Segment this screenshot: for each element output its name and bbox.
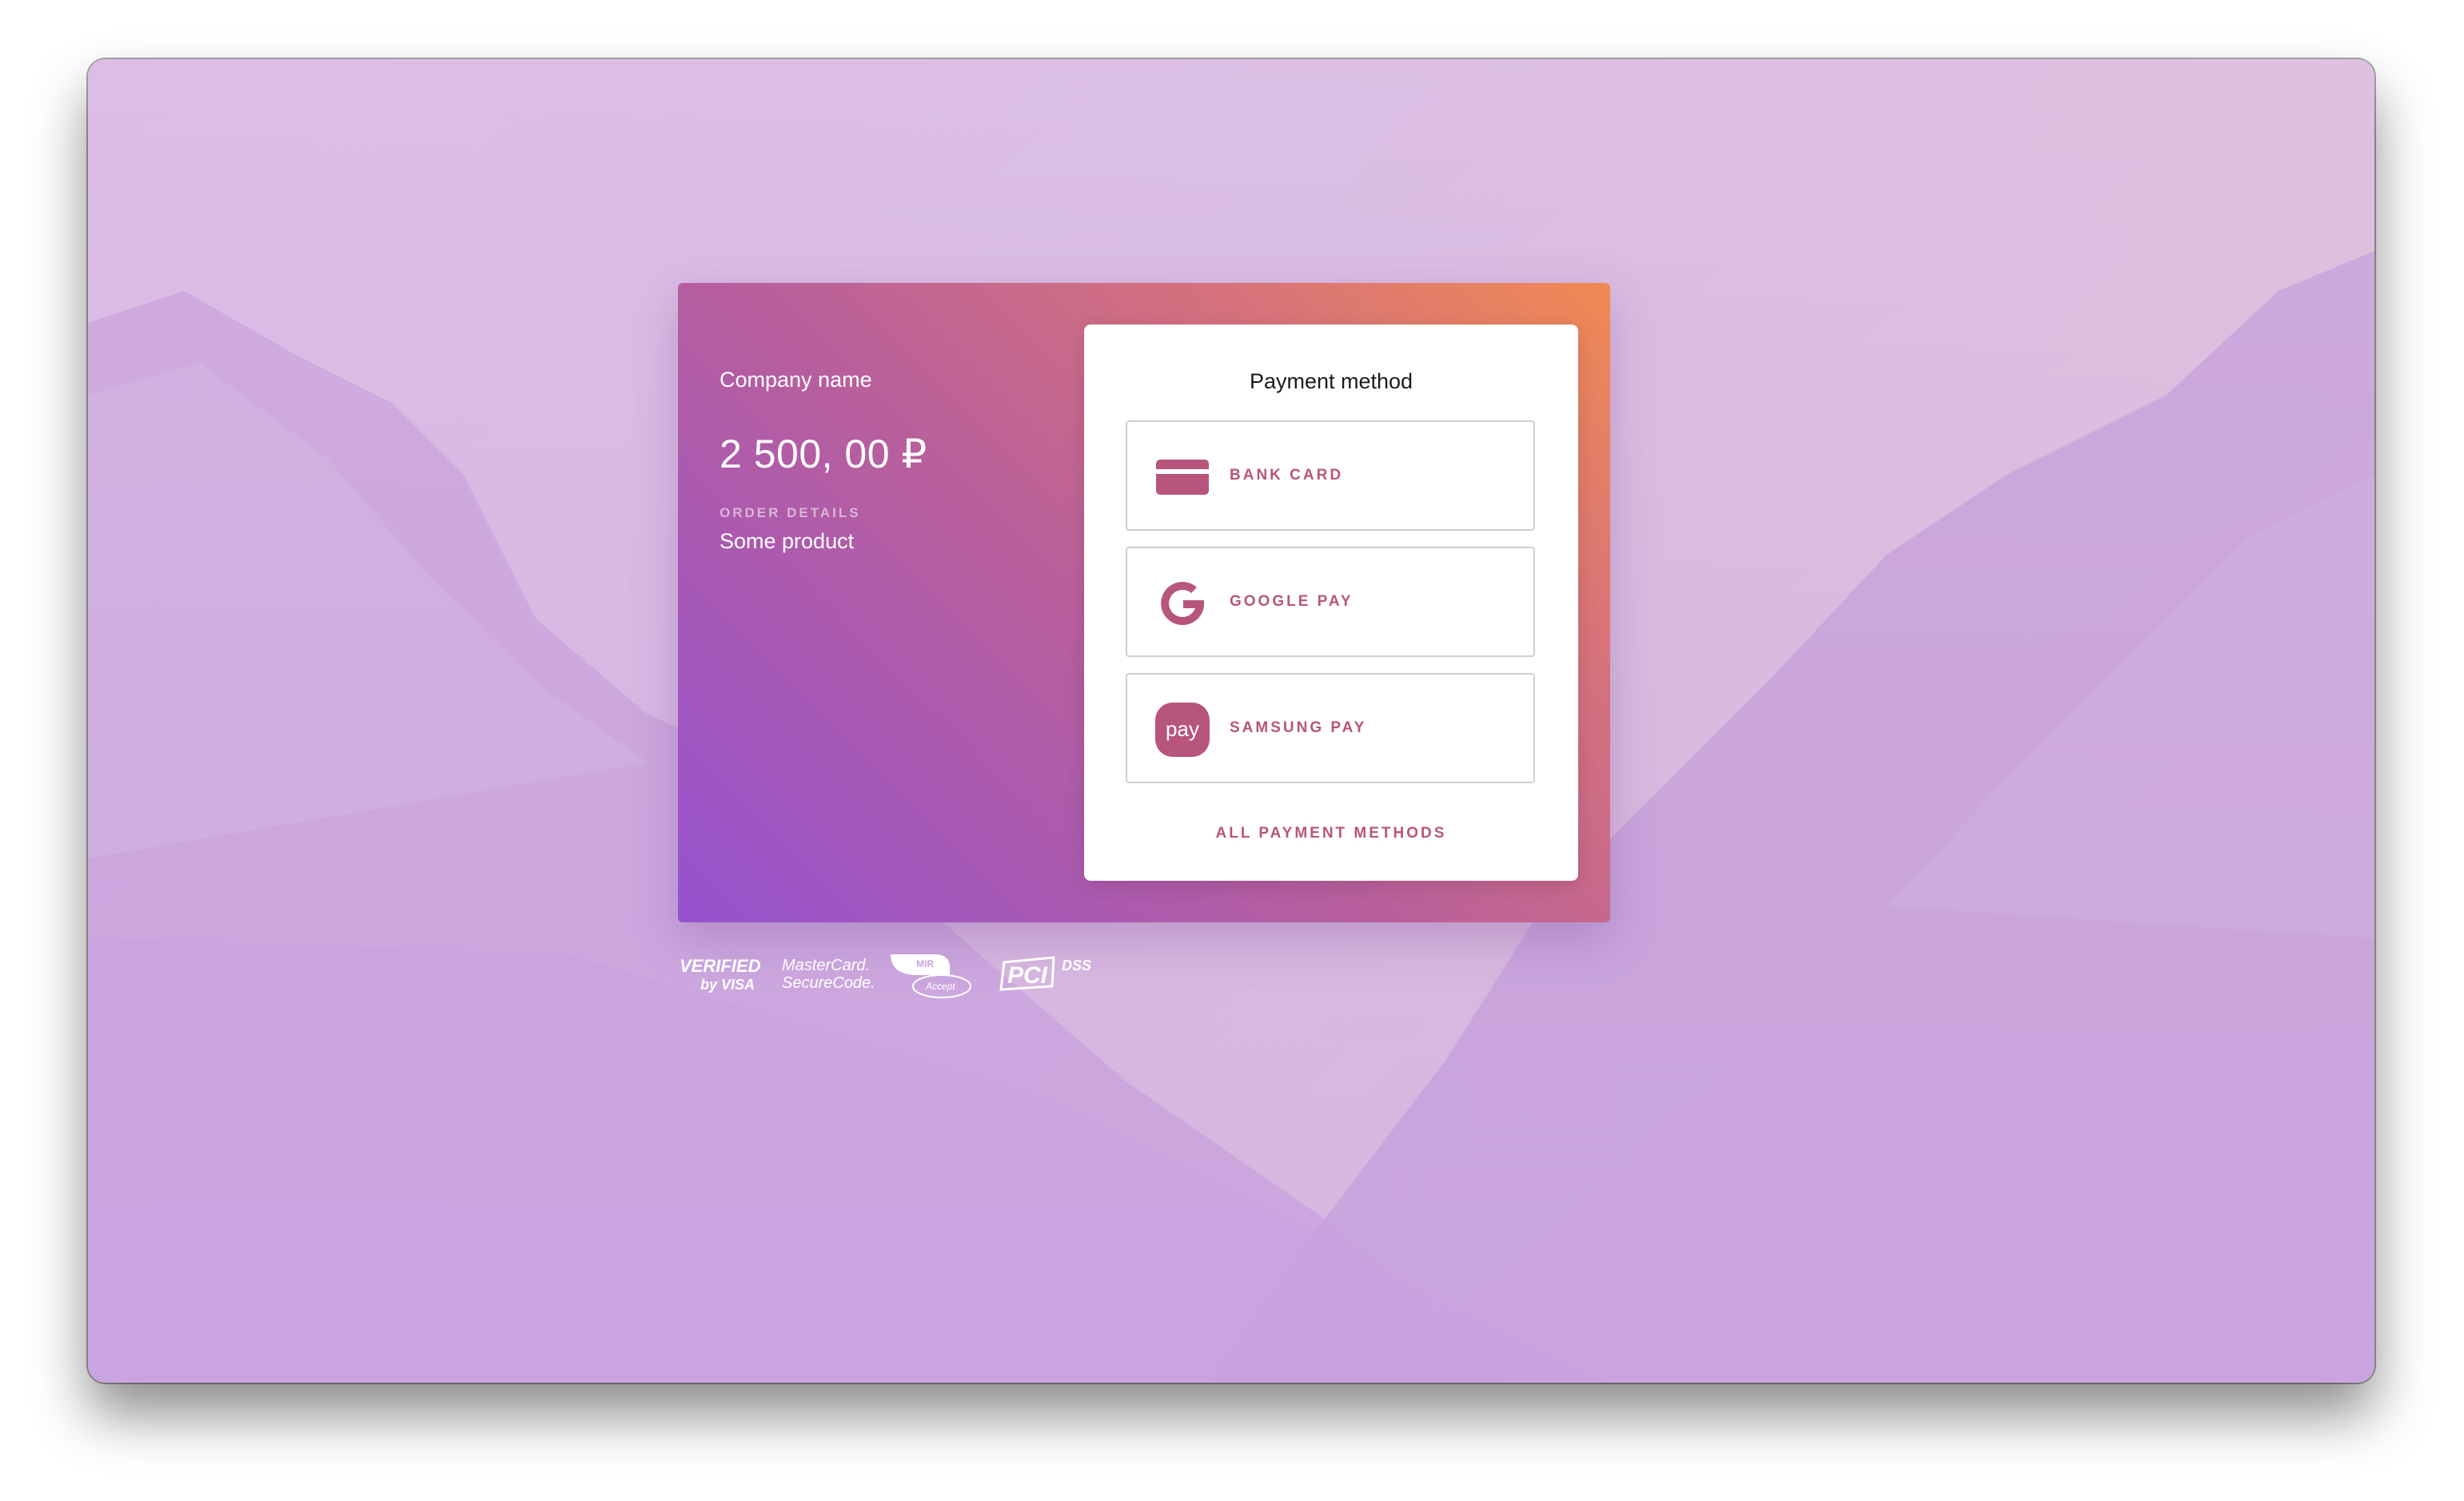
svg-text:by VISA: by VISA	[700, 977, 755, 993]
samsung-pay-option[interactable]: pay SAMSUNG PAY	[1126, 673, 1535, 783]
google-icon	[1161, 582, 1204, 625]
company-name: Company name	[720, 368, 872, 392]
order-amount: 2 500, 00 ₽	[720, 432, 927, 476]
svg-text:PCI: PCI	[1007, 962, 1048, 989]
all-payment-methods-link[interactable]: ALL PAYMENT METHODS	[1084, 825, 1578, 842]
payment-method-title: Payment method	[1249, 369, 1413, 393]
svg-text:DSS: DSS	[1062, 958, 1091, 973]
svg-text:MasterCard.: MasterCard.	[782, 957, 870, 974]
samsung-pay-label: SAMSUNG PAY	[1230, 719, 1367, 736]
payment-method-panel: Payment method BANK CARD GOOGLE PAY pay …	[1084, 324, 1578, 881]
google-pay-label: GOOGLE PAY	[1230, 593, 1354, 610]
order-details-label: ORDER DETAILS	[720, 505, 861, 520]
bank-card-label: BANK CARD	[1230, 467, 1344, 484]
mastercard-securecode-logo: MasterCard. SecureCode.	[782, 957, 875, 992]
verified-by-visa-logo: VERIFIED by VISA	[680, 956, 761, 993]
bank-card-icon	[1156, 460, 1209, 495]
samsung-pay-icon: pay	[1155, 703, 1210, 757]
svg-text:Accept: Accept	[925, 981, 955, 992]
checkout-card: Company name 2 500, 00 ₽ ORDER DETAILS S…	[678, 283, 1610, 922]
svg-text:MIR: MIR	[916, 958, 934, 969]
pci-dss-logo: PCI DSS	[999, 956, 1091, 991]
google-pay-option[interactable]: GOOGLE PAY	[1126, 547, 1535, 657]
order-summary: Company name 2 500, 00 ₽ ORDER DETAILS S…	[720, 366, 1023, 554]
security-logos: VERIFIED by VISA MasterCard. SecureCode.…	[680, 954, 1091, 998]
svg-text:VERIFIED: VERIFIED	[680, 956, 761, 976]
bank-card-option[interactable]: BANK CARD	[1126, 420, 1535, 531]
svg-text:pay: pay	[1166, 717, 1199, 741]
svg-text:SecureCode.: SecureCode.	[782, 974, 875, 992]
order-product: Some product	[720, 529, 855, 553]
mir-accept-logo: MIR Accept	[891, 954, 971, 998]
